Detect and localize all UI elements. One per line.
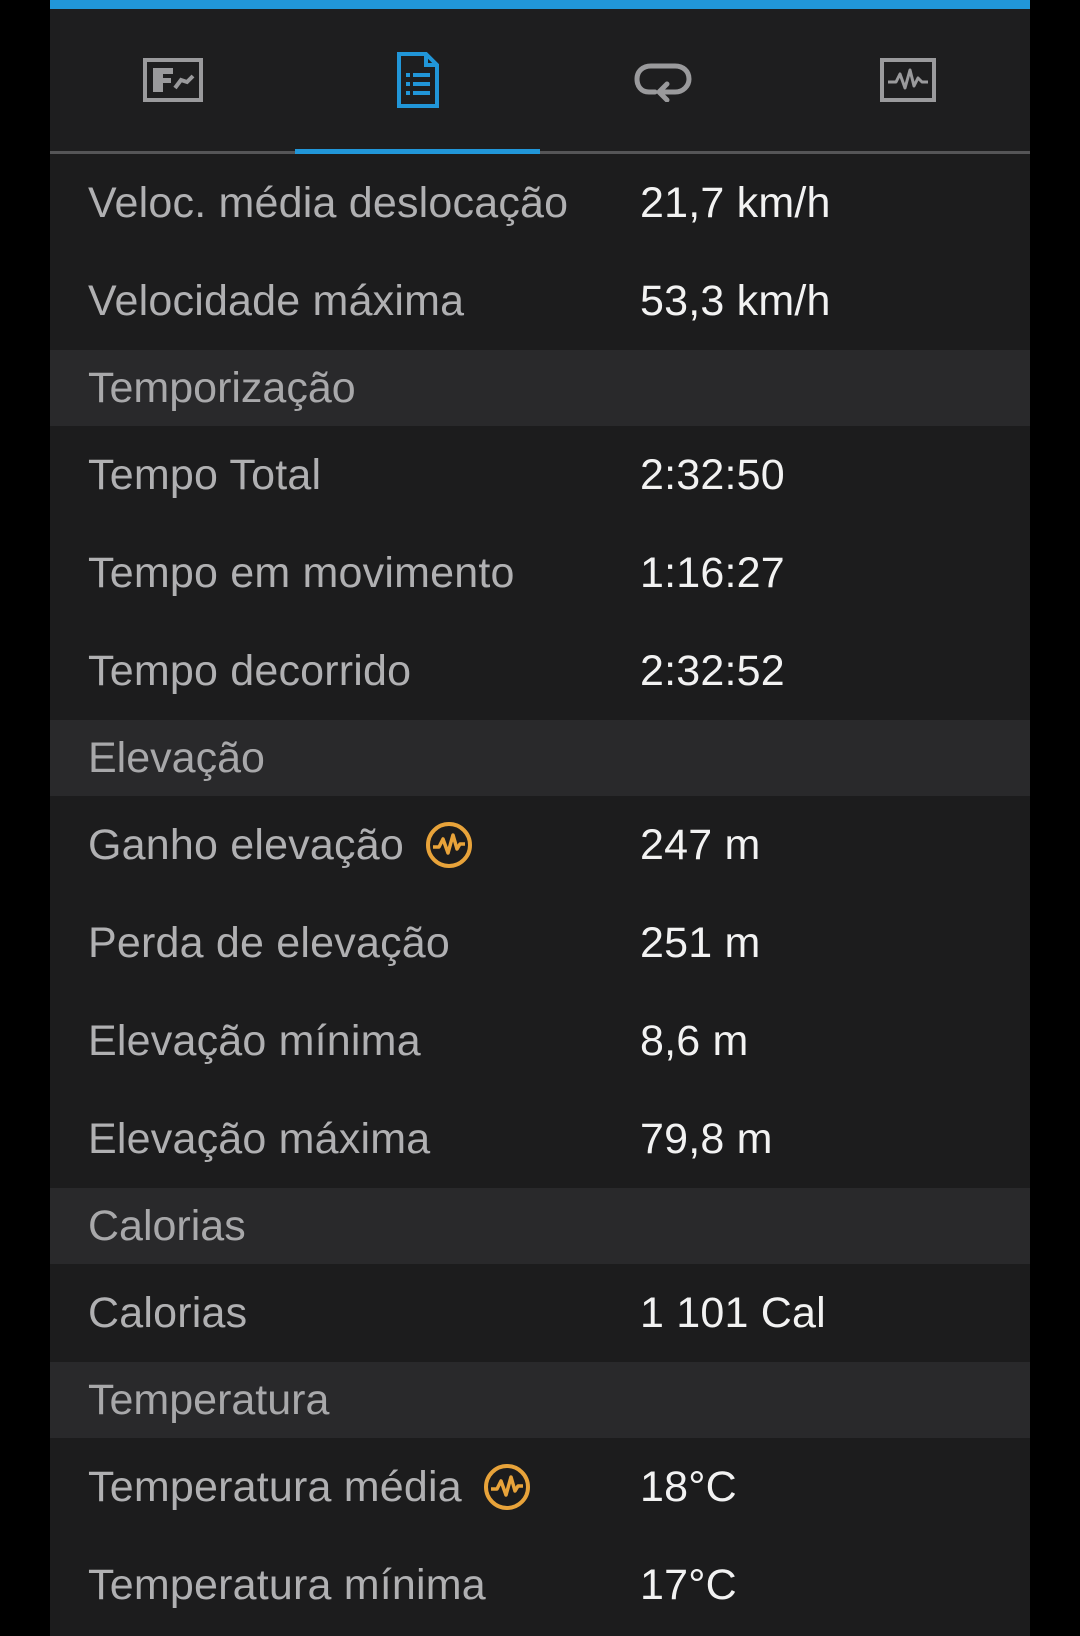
activity-stats-panel: Veloc. média deslocação 21,7 km/h Veloci…	[50, 0, 1030, 1636]
stat-label: Velocidade máxima	[88, 276, 465, 325]
stat-value: 247 m	[640, 820, 761, 869]
stat-row-max-speed: Velocidade máxima 53,3 km/h	[50, 252, 1030, 350]
sensor-badge-icon[interactable]	[482, 1462, 532, 1512]
stat-row-elapsed-time: Tempo decorrido 2:32:52	[50, 622, 1030, 720]
stat-value: 8,6 m	[640, 1016, 749, 1065]
section-header-temperature: Temperatura	[50, 1362, 1030, 1438]
stat-value: 2:32:52	[640, 646, 785, 695]
stat-value: 2:32:50	[640, 450, 785, 499]
stat-row-elevation-gain: Ganho elevação 247 m	[50, 796, 1030, 894]
tab-laps[interactable]	[540, 9, 785, 151]
stat-value: 53,3 km/h	[640, 276, 831, 325]
stat-value: 79,8 m	[640, 1114, 773, 1163]
summary-chart-icon	[142, 58, 203, 102]
stat-label: Tempo decorrido	[88, 646, 412, 695]
stat-row-min-elevation: Elevação mínima 8,6 m	[50, 992, 1030, 1090]
tab-details[interactable]	[295, 9, 540, 151]
active-tab-indicator	[295, 149, 540, 154]
stat-row-avg-moving-speed: Veloc. média deslocação 21,7 km/h	[50, 154, 1030, 252]
stat-value: 1:16:27	[640, 548, 785, 597]
top-accent-line	[50, 0, 1030, 9]
stat-label: Ganho elevação	[88, 820, 404, 869]
tab-charts[interactable]	[785, 9, 1030, 151]
stat-row-moving-time: Tempo em movimento 1:16:27	[50, 524, 1030, 622]
stat-row-avg-temperature: Temperatura média 18°C	[50, 1438, 1030, 1536]
sensor-badge-icon[interactable]	[424, 820, 474, 870]
stat-label: Elevação mínima	[88, 1016, 421, 1065]
section-header-timing: Temporização	[50, 350, 1030, 426]
stat-label: Calorias	[88, 1288, 248, 1337]
document-list-icon	[396, 51, 440, 109]
stat-row-min-temperature: Temperatura mínima 17°C	[50, 1536, 1030, 1634]
stat-value: 1 101 Cal	[640, 1288, 826, 1337]
activity-graph-icon	[879, 58, 936, 102]
stat-label: Perda de elevação	[88, 918, 450, 967]
stat-label: Temperatura mínima	[88, 1560, 486, 1609]
stat-label-with-badge: Ganho elevação	[50, 820, 640, 870]
section-header-calories: Calorias	[50, 1188, 1030, 1264]
stat-label: Tempo em movimento	[88, 548, 515, 597]
stat-label: Veloc. média deslocação	[88, 178, 569, 227]
stat-value: 21,7 km/h	[640, 178, 831, 227]
loop-icon	[633, 58, 693, 102]
stat-label: Temperatura média	[88, 1462, 462, 1511]
tab-bar	[50, 9, 1030, 154]
stat-row-max-elevation: Elevação máxima 79,8 m	[50, 1090, 1030, 1188]
stat-value: 18°C	[640, 1462, 737, 1511]
stat-value: 17°C	[640, 1560, 737, 1609]
stat-row-total-time: Tempo Total 2:32:50	[50, 426, 1030, 524]
stat-label-with-badge: Temperatura média	[50, 1462, 640, 1512]
stat-value: 251 m	[640, 918, 761, 967]
stat-row-elevation-loss: Perda de elevação 251 m	[50, 894, 1030, 992]
stat-label: Elevação máxima	[88, 1114, 431, 1163]
stat-row-calories: Calorias 1 101 Cal	[50, 1264, 1030, 1362]
section-header-elevation: Elevação	[50, 720, 1030, 796]
stat-label: Tempo Total	[88, 450, 322, 499]
tab-summary[interactable]	[50, 9, 295, 151]
